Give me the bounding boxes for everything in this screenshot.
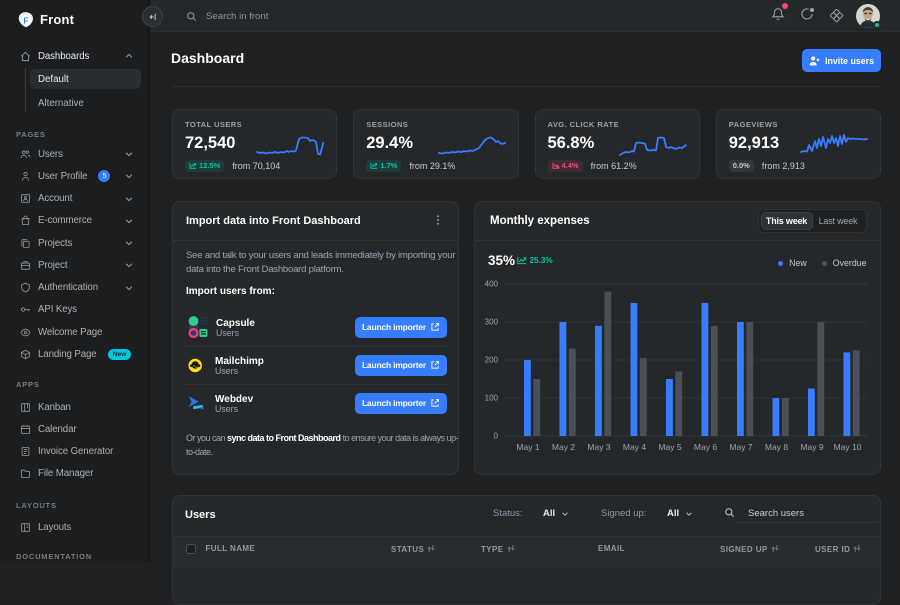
svg-text:May 3: May 3 — [587, 442, 610, 452]
svg-text:May 5: May 5 — [658, 442, 681, 452]
svg-text:May 1: May 1 — [516, 442, 539, 452]
svg-text:May 8: May 8 — [765, 442, 788, 452]
svg-text:400: 400 — [485, 280, 499, 289]
svg-text:May 9: May 9 — [800, 442, 823, 452]
svg-text:0: 0 — [494, 432, 499, 441]
svg-text:May 7: May 7 — [729, 442, 752, 452]
svg-text:May 2: May 2 — [552, 442, 575, 452]
svg-text:200: 200 — [485, 356, 499, 365]
svg-text:F: F — [23, 16, 28, 25]
svg-text:May 6: May 6 — [694, 442, 717, 452]
svg-text:300: 300 — [485, 318, 499, 327]
svg-text:May 4: May 4 — [623, 442, 646, 452]
svg-text:May 10: May 10 — [834, 442, 862, 452]
svg-text:100: 100 — [485, 394, 499, 403]
